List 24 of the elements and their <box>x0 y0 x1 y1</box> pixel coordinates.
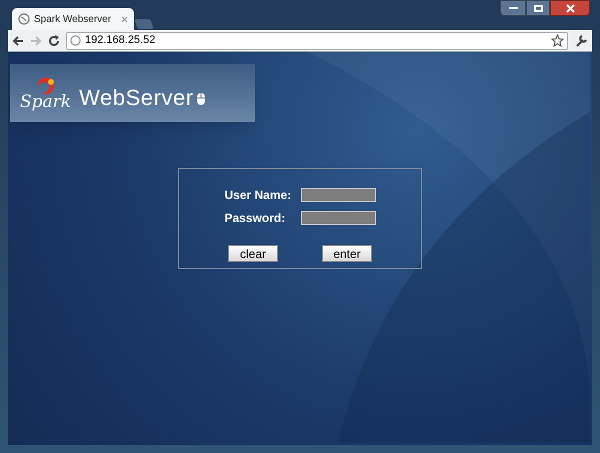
input-field[interactable] <box>300 188 376 202</box>
back-icon[interactable] <box>12 34 24 46</box>
close-icon[interactable] <box>121 16 128 22</box>
mouse-icon <box>196 92 206 106</box>
address-bar[interactable]: 192.168.25.52 <box>66 32 568 50</box>
star-icon[interactable] <box>551 34 564 47</box>
tab-title: Spark Webserver <box>34 12 112 26</box>
field-label: Password: <box>224 210 286 227</box>
reload-icon[interactable] <box>48 34 60 46</box>
field-label: User Name: <box>224 187 292 204</box>
product-title: WebServer <box>79 84 194 112</box>
maximize-button[interactable] <box>526 0 550 16</box>
globe-icon <box>70 35 81 46</box>
wrench-icon[interactable] <box>574 34 588 48</box>
form-button[interactable]: enter <box>322 245 372 262</box>
minimize-button[interactable] <box>500 0 526 16</box>
form-button[interactable]: clear <box>228 245 278 262</box>
brand-text: Spark <box>20 94 72 110</box>
address-text: 192.168.25.52 <box>85 33 156 48</box>
close-icon <box>566 4 574 12</box>
close-button[interactable] <box>550 0 590 16</box>
input-field[interactable] <box>300 211 376 225</box>
browser-tab[interactable]: Spark Webserver <box>12 8 134 30</box>
globe-icon <box>18 13 30 25</box>
